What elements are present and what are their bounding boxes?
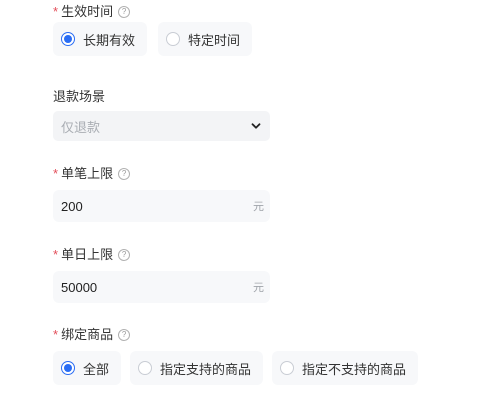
bind-goods-label-text: 绑定商品: [61, 327, 114, 342]
required-mark: *: [53, 327, 59, 342]
radio-checked-icon[interactable]: [61, 361, 75, 375]
radio-unchecked-icon[interactable]: [138, 361, 153, 375]
help-icon[interactable]: ?: [118, 168, 131, 180]
radio-specified-unsupported-label: 指定不支持的商品: [302, 361, 407, 377]
daily-limit-input[interactable]: 50000 元: [53, 271, 270, 303]
required-mark: *: [53, 4, 59, 19]
help-icon[interactable]: ?: [118, 6, 131, 18]
refund-scene-label: 退款场景: [53, 89, 105, 105]
help-icon[interactable]: ?: [118, 249, 131, 261]
chevron-down-icon: [251, 123, 261, 129]
single-limit-label: * 单笔上限?: [53, 166, 131, 182]
single-limit-value: 200: [61, 198, 83, 214]
radio-all-goods[interactable]: 全部: [53, 351, 122, 385]
required-mark: *: [53, 247, 59, 262]
radio-unchecked-icon[interactable]: [166, 32, 181, 46]
radio-all-goods-label: 全部: [83, 361, 110, 377]
help-icon[interactable]: ?: [118, 329, 131, 341]
daily-limit-label-text: 单日上限: [61, 247, 114, 262]
radio-long-term-label: 长期有效: [83, 32, 136, 48]
unit-suffix: 元: [253, 282, 264, 294]
radio-unchecked-icon[interactable]: [280, 361, 295, 375]
radio-checked-icon[interactable]: [61, 32, 75, 46]
bind-goods-radio-group: 全部 指定支持的商品 指定不支持的商品: [53, 351, 419, 385]
validity-label-text: 生效时间: [61, 4, 114, 19]
radio-specified-supported-label: 指定支持的商品: [160, 361, 252, 377]
radio-specified-supported[interactable]: 指定支持的商品: [130, 351, 264, 385]
daily-limit-value: 50000: [61, 279, 98, 295]
radio-specific-time[interactable]: 特定时间: [158, 22, 253, 56]
radio-long-term[interactable]: 长期有效: [53, 22, 148, 56]
refund-scene-value: 仅退款: [61, 119, 101, 135]
refund-scene-label-text: 退款场景: [53, 89, 106, 104]
bind-goods-label: * 绑定商品?: [53, 327, 131, 343]
unit-suffix: 元: [253, 201, 264, 213]
radio-specified-unsupported[interactable]: 指定不支持的商品: [272, 351, 419, 385]
validity-radio-group: 长期有效 特定时间: [53, 22, 253, 56]
single-limit-label-text: 单笔上限: [61, 166, 114, 181]
daily-limit-label: * 单日上限?: [53, 247, 131, 263]
radio-specific-time-label: 特定时间: [188, 32, 241, 48]
required-mark: *: [53, 166, 59, 181]
single-limit-input[interactable]: 200 元: [53, 190, 270, 222]
validity-label: * 生效时间?: [53, 4, 131, 20]
refund-scene-select[interactable]: 仅退款: [53, 111, 270, 141]
